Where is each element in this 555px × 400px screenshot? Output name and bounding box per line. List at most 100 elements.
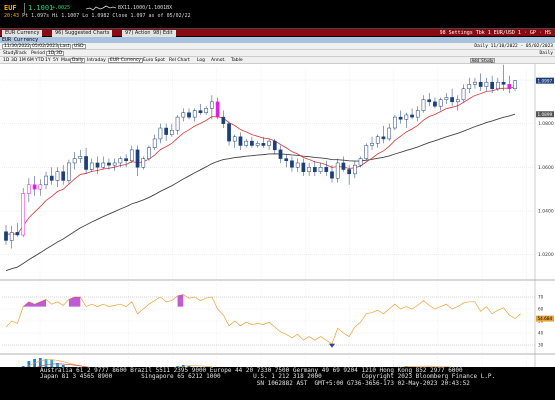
bullish-candle — [335, 162, 340, 179]
rsi-overbought-area — [177, 294, 184, 307]
bearish-candle — [478, 81, 483, 87]
bullish-candle — [158, 127, 163, 140]
bullish-candle — [318, 167, 323, 172]
bearish-candle — [301, 162, 306, 172]
bullish-candle — [204, 108, 209, 113]
annotate-button[interactable]: Annot. — [210, 58, 227, 63]
bullish-candle — [141, 158, 146, 168]
bearish-candle — [272, 140, 277, 151]
daily-select[interactable]: Daily — [70, 58, 86, 63]
bearish-candle — [215, 101, 220, 118]
menu-security-name[interactable]: EUR Currency — [2, 30, 43, 37]
bearish-candle — [398, 116, 403, 120]
bearish-candle — [433, 101, 437, 107]
bearish-candle — [107, 162, 111, 166]
bearish-candle — [238, 136, 243, 146]
range-1y[interactable]: 1Y — [44, 58, 52, 63]
bearish-candle — [324, 167, 329, 172]
last-price: 1.1001 — [28, 4, 54, 12]
table-button[interactable]: Table — [230, 58, 244, 63]
last-price-label: 1.0997 — [538, 78, 553, 83]
bearish-candle — [250, 140, 254, 146]
rsi-tick-label: 60 — [538, 307, 544, 312]
security-header: EUF 1.1001 +.0025 BX11.1000/1.1001BX 20:… — [0, 0, 555, 27]
range-5y[interactable]: 5Y — [52, 58, 60, 63]
bullish-candle — [461, 88, 466, 100]
period-select[interactable]: Last — [58, 44, 72, 49]
add-study-button[interactable]: Add Study — [470, 58, 495, 63]
date-toolbar: 11/30/2022 05/02/2023 Last USD Daily 11/… — [0, 43, 555, 50]
bullish-candle — [27, 184, 31, 194]
rsi-value-label: 54.684 — [538, 316, 553, 321]
bullish-candle — [152, 138, 157, 148]
bearish-candle — [381, 136, 386, 140]
bullish-candle — [181, 112, 186, 118]
euro-spot-button[interactable]: Euro Spot — [142, 58, 166, 63]
bearish-candle — [330, 171, 334, 179]
bullish-candle — [21, 193, 26, 236]
bullish-candle — [170, 129, 174, 135]
bearish-candle — [221, 116, 226, 124]
price-tick-label: 1.0400 — [538, 208, 554, 214]
bullish-candle — [89, 162, 94, 170]
sparkline-icon — [86, 5, 116, 11]
bearish-candle — [227, 123, 231, 142]
range-toolbar: 1D 3D 1M 6M YTD 1Y 5Y Max Daily Intraday… — [0, 57, 555, 64]
period-button[interactable]: Period — [30, 51, 46, 56]
bearish-candle — [290, 160, 294, 168]
bearish-candle — [284, 158, 289, 162]
footer-line-3: SN 1062882 AST GMT+5:00 G736-3656-173 02… — [40, 379, 470, 387]
bullish-candle — [467, 84, 472, 89]
bullish-candle — [129, 149, 134, 162]
bloomberg-footer: Australia 61 2 9777 8600 Brazil 5511 239… — [0, 367, 555, 400]
bearish-candle — [84, 156, 88, 170]
frequency-label: Daily — [539, 51, 553, 56]
bearish-candle — [95, 162, 100, 168]
end-date-field[interactable]: 05/02/2023 — [30, 44, 60, 49]
bullish-candle — [112, 162, 117, 166]
bullish-candle — [192, 110, 197, 118]
security-select[interactable]: EUR Currency — [108, 58, 143, 63]
rel-chart-button[interactable]: Rel Chart — [168, 58, 191, 63]
bullish-candle — [244, 140, 249, 146]
header-separator — [24, 3, 25, 13]
net-change: +.0025 — [52, 5, 71, 11]
log-button[interactable]: Log — [196, 58, 206, 63]
track-button[interactable]: Track — [14, 51, 28, 56]
bullish-candle — [232, 136, 237, 142]
ticker-symbol[interactable]: EUF — [4, 4, 17, 12]
bullish-candle — [473, 81, 477, 85]
menu-edit[interactable]: 98) Edit — [150, 30, 176, 37]
rsi-tick-label: 70 — [538, 295, 544, 300]
menu-suggested-charts[interactable]: 96) Suggested Charts — [52, 30, 113, 37]
quote-time: 20:43 — [4, 13, 20, 19]
price-chart[interactable]: 1.10001.08001.06001.04001.0200Nov 30Dec … — [0, 64, 555, 394]
price-tick-label: 1.0600 — [538, 165, 554, 171]
bullish-candle — [175, 116, 180, 131]
chart-window: EUR Currency 11/30/2022 05/02/2023 Last … — [0, 37, 555, 400]
intraday-button[interactable]: Intraday — [86, 58, 107, 63]
study-toolbar: Study Track Period 1D 3D Daily — [0, 50, 555, 57]
currency-select[interactable]: USD — [72, 44, 86, 49]
bearish-candle — [187, 112, 191, 118]
bullish-candle — [387, 127, 392, 140]
bullish-candle — [72, 158, 77, 164]
start-date-field[interactable]: 11/30/2022 — [2, 44, 32, 49]
bearish-candle — [32, 184, 37, 190]
price-tick-label: 1.0800 — [538, 121, 554, 127]
bearish-candle — [135, 149, 140, 168]
function-menubar: EUR Currency 96) Suggested Charts 97) Ac… — [0, 28, 555, 37]
bullish-candle — [353, 164, 357, 175]
bearish-candle — [49, 175, 54, 181]
bullish-candle — [55, 171, 60, 181]
bearish-candle — [347, 169, 351, 175]
bullish-candle — [484, 81, 489, 87]
quote-detail-row: 20:43 Pt 1.097s Hi 1.1007 Lo 1.0982 Clos… — [4, 13, 191, 19]
rsi-tick-label: 30 — [538, 343, 544, 348]
bullish-candle — [295, 162, 300, 168]
bearish-candle — [124, 158, 128, 162]
period-3d[interactable]: 3D — [54, 51, 65, 56]
bullish-candle — [255, 143, 260, 146]
bullish-candle — [38, 184, 43, 190]
bullish-candle — [513, 80, 517, 89]
